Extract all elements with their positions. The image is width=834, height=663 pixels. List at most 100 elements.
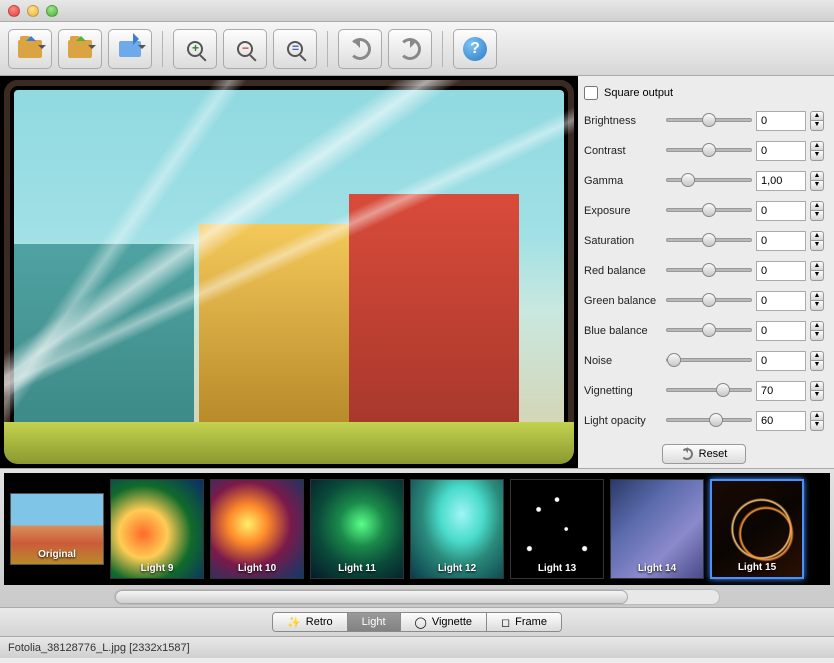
- stepper-up[interactable]: ▲: [810, 261, 824, 271]
- value-contrast[interactable]: [756, 141, 806, 161]
- rotate-left-button[interactable]: [338, 29, 382, 69]
- open-file-button[interactable]: [8, 29, 52, 69]
- stepper-up[interactable]: ▲: [810, 231, 824, 241]
- value-blue-balance[interactable]: [756, 321, 806, 341]
- slider-row-green-balance: Green balance▲▼: [584, 286, 824, 316]
- window-titlebar: [0, 0, 834, 22]
- tab-label: Retro: [306, 616, 333, 628]
- slider-label: Red balance: [584, 265, 662, 277]
- reset-icon: [681, 448, 693, 460]
- stepper-up[interactable]: ▲: [810, 381, 824, 391]
- tab-light[interactable]: Light: [348, 613, 401, 631]
- zoom-out-button[interactable]: [223, 29, 267, 69]
- slider-blue-balance[interactable]: [666, 323, 752, 337]
- adjustments-panel: Square output Brightness▲▼Contrast▲▼Gamm…: [578, 76, 834, 468]
- slider-contrast[interactable]: [666, 143, 752, 157]
- value-vignetting[interactable]: [756, 381, 806, 401]
- stepper-down[interactable]: ▼: [810, 421, 824, 431]
- stepper-down[interactable]: ▼: [810, 181, 824, 191]
- value-gamma[interactable]: [756, 171, 806, 191]
- thumb-light-13[interactable]: Light 13: [510, 479, 604, 579]
- value-green-balance[interactable]: [756, 291, 806, 311]
- stepper-up[interactable]: ▲: [810, 171, 824, 181]
- value-brightness[interactable]: [756, 111, 806, 131]
- share-button[interactable]: [108, 29, 152, 69]
- filmstrip: OriginalLight 9Light 10 Light 11 Light 12 L…: [0, 468, 834, 608]
- slider-label: Saturation: [584, 235, 662, 247]
- stepper-up[interactable]: ▲: [810, 291, 824, 301]
- filmstrip-scrollbar-thumb[interactable]: [115, 590, 628, 604]
- thumb-light-9[interactable]: Light 9: [110, 479, 204, 579]
- save-file-button[interactable]: [58, 29, 102, 69]
- window-zoom-button[interactable]: [46, 5, 58, 17]
- tab-label: Light: [362, 616, 386, 628]
- stepper-gamma: ▲▼: [810, 171, 824, 191]
- thumb-label: Light 11: [338, 563, 376, 578]
- window-close-button[interactable]: [8, 5, 20, 17]
- slider-label: Exposure: [584, 205, 662, 217]
- help-button[interactable]: ?: [453, 29, 497, 69]
- stepper-down[interactable]: ▼: [810, 331, 824, 341]
- stepper-down[interactable]: ▼: [810, 121, 824, 131]
- value-exposure[interactable]: [756, 201, 806, 221]
- zoom-in-button[interactable]: [173, 29, 217, 69]
- slider-label: Vignetting: [584, 385, 662, 397]
- slider-exposure[interactable]: [666, 203, 752, 217]
- tab-label: Frame: [515, 616, 547, 628]
- image-canvas[interactable]: [0, 76, 578, 468]
- slider-noise[interactable]: [666, 353, 752, 367]
- thumb-light-10[interactable]: Light 10: [210, 479, 304, 579]
- stepper-up[interactable]: ▲: [810, 411, 824, 421]
- stepper-down[interactable]: ▼: [810, 241, 824, 251]
- value-red-balance[interactable]: [756, 261, 806, 281]
- stepper-up[interactable]: ▲: [810, 351, 824, 361]
- thumb-label: Light 12: [438, 563, 476, 578]
- thumb-light-12[interactable]: Light 12: [410, 479, 504, 579]
- stepper-light-opacity: ▲▼: [810, 411, 824, 431]
- tab-frame[interactable]: ◻ Frame: [487, 613, 561, 631]
- stepper-brightness: ▲▼: [810, 111, 824, 131]
- value-light-opacity[interactable]: [756, 411, 806, 431]
- toolbar-separator: [327, 31, 328, 67]
- status-bar: Fotolia_38128776_L.jpg [2332x1587]: [0, 636, 834, 658]
- thumb-light-14[interactable]: Light 14: [610, 479, 704, 579]
- slider-light-opacity[interactable]: [666, 413, 752, 427]
- zoom-fit-button[interactable]: [273, 29, 317, 69]
- stepper-down[interactable]: ▼: [810, 151, 824, 161]
- slider-gamma[interactable]: [666, 173, 752, 187]
- value-noise[interactable]: [756, 351, 806, 371]
- stepper-down[interactable]: ▼: [810, 211, 824, 221]
- slider-saturation[interactable]: [666, 233, 752, 247]
- thumb-label: Light 14: [638, 563, 676, 578]
- slider-brightness[interactable]: [666, 113, 752, 127]
- slider-green-balance[interactable]: [666, 293, 752, 307]
- stepper-saturation: ▲▼: [810, 231, 824, 251]
- stepper-up[interactable]: ▲: [810, 321, 824, 331]
- slider-red-balance[interactable]: [666, 263, 752, 277]
- stepper-noise: ▲▼: [810, 351, 824, 371]
- square-output-checkbox[interactable]: [584, 86, 598, 100]
- thumb-original[interactable]: Original: [10, 493, 104, 565]
- window-minimize-button[interactable]: [27, 5, 39, 17]
- stepper-up[interactable]: ▲: [810, 201, 824, 211]
- filmstrip-scrollbar[interactable]: [114, 589, 720, 605]
- tab-icon: ◻: [501, 616, 510, 629]
- stepper-up[interactable]: ▲: [810, 111, 824, 121]
- value-saturation[interactable]: [756, 231, 806, 251]
- stepper-down[interactable]: ▼: [810, 391, 824, 401]
- tab-icon: ✨: [287, 616, 301, 629]
- slider-vignetting[interactable]: [666, 383, 752, 397]
- stepper-down[interactable]: ▼: [810, 361, 824, 371]
- reset-button[interactable]: Reset: [662, 444, 747, 464]
- thumb-light-15[interactable]: Light 15: [710, 479, 804, 579]
- tab-vignette[interactable]: ◯Vignette: [401, 613, 487, 631]
- stepper-up[interactable]: ▲: [810, 141, 824, 151]
- stepper-down[interactable]: ▼: [810, 271, 824, 281]
- reset-button-label: Reset: [699, 448, 728, 460]
- stepper-contrast: ▲▼: [810, 141, 824, 161]
- stepper-down[interactable]: ▼: [810, 301, 824, 311]
- rotate-right-button[interactable]: [388, 29, 432, 69]
- thumb-light-11[interactable]: Light 11: [310, 479, 404, 579]
- tab-retro[interactable]: ✨ Retro: [273, 613, 348, 631]
- slider-label: Noise: [584, 355, 662, 367]
